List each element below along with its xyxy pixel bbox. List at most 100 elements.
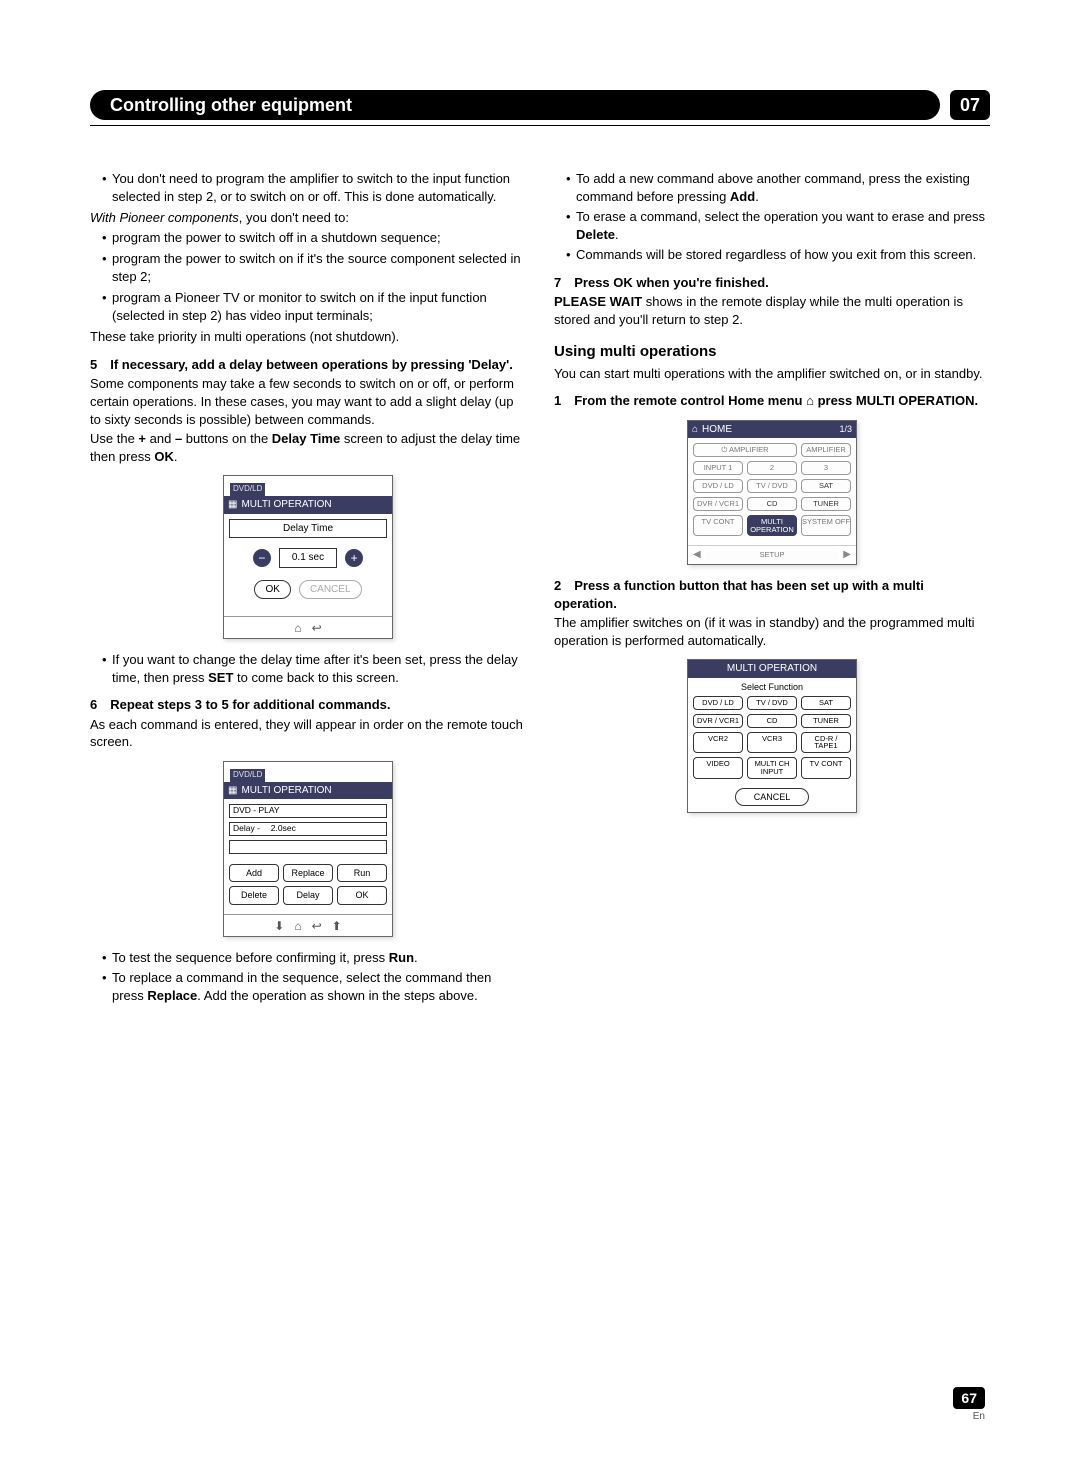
screen-subtitle: Select Function xyxy=(688,678,856,696)
left-column: You don't need to program the amplifier … xyxy=(90,170,526,1007)
chapter-title-text: Controlling other equipment xyxy=(110,95,352,116)
home-icon[interactable]: ⌂ xyxy=(294,918,301,934)
screen-footer-icons: ⬇ ⌂ ↩ ⬆ xyxy=(224,914,392,936)
page-language: En xyxy=(953,1411,985,1422)
func-tv-dvd[interactable]: TV / DVD xyxy=(747,696,797,710)
list-item: To add a new command above another comma… xyxy=(566,170,990,205)
list-item: program a Pioneer TV or monitor to switc… xyxy=(102,289,526,324)
step2-body: The amplifier switches on (if it was in … xyxy=(554,614,990,649)
list-item: To replace a command in the sequence, se… xyxy=(102,969,526,1004)
chapter-header-line: Controlling other equipment 07 xyxy=(90,90,990,120)
replace-button[interactable]: Replace xyxy=(283,864,333,882)
func-sat[interactable]: SAT xyxy=(801,696,851,710)
list-item: To erase a command, select the operation… xyxy=(566,208,990,243)
home-cell-tv-dvd[interactable]: TV / DVD xyxy=(747,479,797,493)
screen-title-bar: ▦MULTI OPERATION xyxy=(224,782,392,800)
minus-button[interactable]: − xyxy=(253,549,271,567)
setup-button[interactable]: SETUP xyxy=(705,549,840,561)
page-indicator: 1/3 xyxy=(839,423,852,435)
pioneer-list: program the power to switch off in a shu… xyxy=(90,229,526,325)
priority-note: These take priority in multi operations … xyxy=(90,328,526,346)
using-body: You can start multi operations with the … xyxy=(554,365,990,383)
home-cell-cd[interactable]: CD xyxy=(747,497,797,511)
step5-head: 5 If necessary, add a delay between oper… xyxy=(90,356,526,374)
func-cdr-tape1[interactable]: CD-R / TAPE1 xyxy=(801,732,851,754)
run-button[interactable]: Run xyxy=(337,864,387,882)
home-cell-2[interactable]: 2 xyxy=(747,461,797,475)
home-cell-dvd-ld[interactable]: DVD / LD xyxy=(693,479,743,493)
delay-time-label: Delay Time xyxy=(229,519,387,539)
select-function-grid: DVD / LD TV / DVD SAT DVR / VCR1 CD TUNE… xyxy=(688,696,856,779)
list-item: To test the sequence before confirming i… xyxy=(102,949,526,967)
using-multi-operations-head: Using multi operations xyxy=(554,342,990,362)
screen-footer-icons: ⌂↩ xyxy=(224,616,392,638)
list-item: program the power to switch on if it's t… xyxy=(102,250,526,285)
screen-title: MULTI OPERATION xyxy=(688,660,856,678)
delete-button[interactable]: Delete xyxy=(229,886,279,904)
screen-title-bar: ▦MULTI OPERATION xyxy=(224,496,392,514)
home-cell-tv-cont[interactable]: TV CONT xyxy=(693,515,743,537)
list-item: Commands will be stored regardless of ho… xyxy=(566,246,990,264)
cancel-button[interactable]: CANCEL xyxy=(735,788,810,806)
home-icon: ⌂ xyxy=(692,423,698,437)
screen-title-bar: ⌂HOME1/3 xyxy=(688,421,856,439)
step7-body: PLEASE WAIT shows in the remote display … xyxy=(554,293,990,328)
plus-button[interactable]: + xyxy=(345,549,363,567)
home-cell-amplifier[interactable]: AMPLIFIER xyxy=(801,443,851,457)
page-number: 67 xyxy=(953,1387,985,1409)
chapter-number: 07 xyxy=(950,90,990,120)
home-icon: ⌂ xyxy=(806,393,814,408)
func-dvd-ld[interactable]: DVD / LD xyxy=(693,696,743,710)
step1-head: 1 From the remote control Home menu ⌂ pr… xyxy=(554,392,990,410)
func-tv-cont[interactable]: TV CONT xyxy=(801,757,851,779)
step6-body: As each command is entered, they will ap… xyxy=(90,716,526,751)
func-tuner[interactable]: TUNER xyxy=(801,714,851,728)
command-line-empty[interactable] xyxy=(229,840,387,854)
auto-note-list: You don't need to program the amplifier … xyxy=(90,170,526,205)
func-vcr3[interactable]: VCR3 xyxy=(747,732,797,754)
right-column: To add a new command above another comma… xyxy=(554,170,990,1007)
home-cell-input1[interactable]: INPUT 1 xyxy=(693,461,743,475)
home-cell-sat[interactable]: SAT xyxy=(801,479,851,493)
home-cell-dvr-vcr1[interactable]: DVR / VCR1 xyxy=(693,497,743,511)
back-icon[interactable]: ↩ xyxy=(312,620,322,636)
chapter-header: Controlling other equipment 07 xyxy=(90,90,990,120)
command-notes-list: To add a new command above another comma… xyxy=(554,170,990,264)
step5-body1: Some components may take a few seconds t… xyxy=(90,375,526,428)
screen-tab: DVD/LD xyxy=(230,769,265,782)
func-cd[interactable]: CD xyxy=(747,714,797,728)
screen-tab: DVD/LD xyxy=(230,483,265,496)
func-video[interactable]: VIDEO xyxy=(693,757,743,779)
delay-value: 0.1 sec xyxy=(279,548,337,568)
add-button[interactable]: Add xyxy=(229,864,279,882)
func-multi-ch[interactable]: MULTI CH INPUT xyxy=(747,757,797,779)
ok-button[interactable]: OK xyxy=(254,580,290,600)
step6-head: 6 Repeat steps 3 to 5 for additional com… xyxy=(90,696,526,714)
content-columns: You don't need to program the amplifier … xyxy=(90,170,990,1007)
cancel-button[interactable]: CANCEL xyxy=(299,580,362,600)
delay-button[interactable]: Delay xyxy=(283,886,333,904)
home-grid: ⏻ AMPLIFIER AMPLIFIER INPUT 1 2 3 DVD / … xyxy=(693,443,851,536)
ok-button[interactable]: OK xyxy=(337,886,387,904)
home-cell-3[interactable]: 3 xyxy=(801,461,851,475)
home-cell-multi-operation[interactable]: MULTI OPERATION xyxy=(747,515,797,537)
home-cell-tuner[interactable]: TUNER xyxy=(801,497,851,511)
step5-body2: Use the + and – buttons on the Delay Tim… xyxy=(90,430,526,465)
pioneer-lead: With Pioneer components, you don't need … xyxy=(90,209,526,227)
list-item: program the power to switch off in a shu… xyxy=(102,229,526,247)
func-vcr2[interactable]: VCR2 xyxy=(693,732,743,754)
command-line[interactable]: DVD - PLAY xyxy=(229,804,387,818)
down-arrow-icon[interactable]: ⬇ xyxy=(274,918,284,934)
command-line[interactable]: Delay - 2.0sec xyxy=(229,822,387,836)
step7-head: 7 Press OK when you're finished. xyxy=(554,274,990,292)
home-cell-amplifier-power[interactable]: ⏻ AMPLIFIER xyxy=(693,443,797,457)
home-menu-screen: ⌂HOME1/3 ⏻ AMPLIFIER AMPLIFIER INPUT 1 2… xyxy=(687,420,857,565)
home-icon[interactable]: ⌂ xyxy=(294,620,301,636)
up-arrow-icon[interactable]: ⬆ xyxy=(332,918,342,934)
right-arrow-icon[interactable]: ▶ xyxy=(843,548,851,562)
func-dvr-vcr1[interactable]: DVR / VCR1 xyxy=(693,714,743,728)
back-icon[interactable]: ↩ xyxy=(312,918,322,934)
home-cell-system-off[interactable]: SYSTEM OFF xyxy=(801,515,851,537)
command-list-screen: DVD/LD ▦MULTI OPERATION DVD - PLAY Delay… xyxy=(223,761,393,937)
left-arrow-icon[interactable]: ◀ xyxy=(693,548,701,562)
